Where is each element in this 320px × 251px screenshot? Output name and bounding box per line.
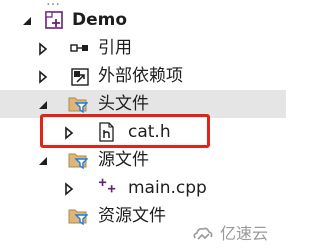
filter-folder-icon — [68, 97, 88, 114]
collapsed-arrow-icon[interactable] — [36, 42, 50, 56]
watermark-text: 亿速云 — [220, 224, 269, 243]
expanded-arrow-icon[interactable] — [36, 98, 50, 112]
collapsed-arrow-icon[interactable] — [36, 70, 50, 84]
main-cpp-label: main.cpp — [128, 178, 207, 198]
references-icon — [70, 44, 88, 52]
tree-node-project[interactable]: Demo — [0, 6, 286, 34]
external-deps-icon — [71, 68, 89, 86]
references-label: 引用 — [98, 38, 132, 58]
watermark: 亿速云 — [192, 223, 276, 245]
project-icon — [45, 11, 63, 29]
header-files-label: 头文件 — [98, 94, 149, 114]
collapsed-arrow-icon[interactable] — [62, 182, 76, 196]
expanded-arrow-icon[interactable] — [20, 14, 34, 28]
yisu-cloud-logo — [193, 227, 213, 240]
solution-explorer-tree: … Demo 引用 外部依赖项 头文件 cat.h 源文件 main.cpp 资… — [0, 0, 286, 251]
highlight-box — [40, 114, 210, 148]
tree-node-main-cpp[interactable]: main.cpp — [0, 174, 286, 202]
expanded-arrow-icon[interactable] — [36, 154, 50, 168]
source-files-label: 源文件 — [98, 150, 149, 170]
resource-files-label: 资源文件 — [98, 206, 166, 226]
filter-folder-icon — [68, 209, 88, 226]
tree-node-references[interactable]: 引用 — [0, 34, 286, 62]
tree-node-source-files[interactable]: 源文件 — [0, 146, 286, 174]
external-deps-label: 外部依赖项 — [98, 66, 183, 86]
tree-node-external-deps[interactable]: 外部依赖项 — [0, 62, 286, 90]
project-label: Demo — [72, 10, 128, 30]
cpp-file-icon — [98, 178, 116, 193]
filter-folder-icon — [68, 153, 88, 170]
